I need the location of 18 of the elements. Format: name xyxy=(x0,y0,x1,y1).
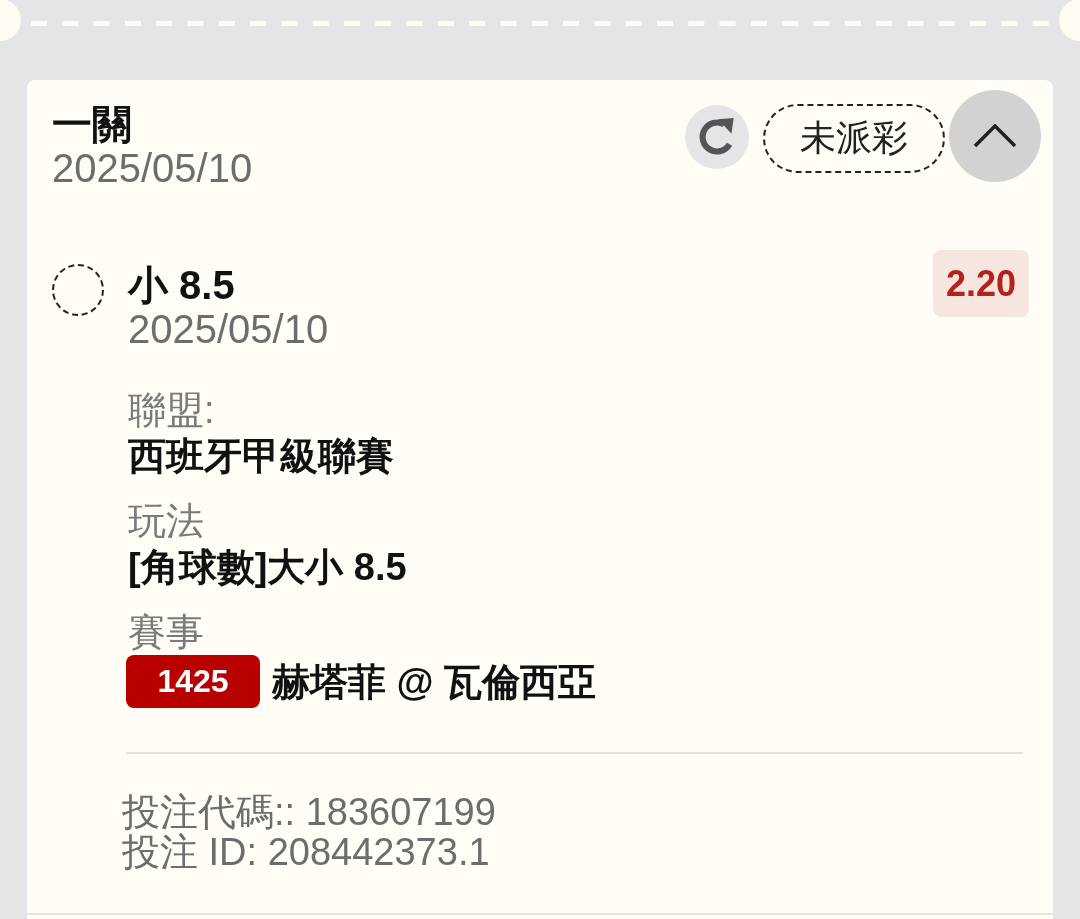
field-value: [角球數]大小 8.5 xyxy=(128,545,408,590)
field-label: 賽事 xyxy=(128,610,205,655)
ticket-title: 一關 xyxy=(52,102,133,146)
field-label: 玩法 xyxy=(128,499,205,544)
ticket-date: 2025/05/10 xyxy=(52,146,253,190)
refresh-icon xyxy=(697,117,737,157)
field-value: 西班牙甲級聯賽 xyxy=(128,434,395,479)
match-number-tag: 1425 xyxy=(126,655,260,708)
selection-date: 2025/05/10 xyxy=(128,307,329,351)
odds-tag: 2.20 xyxy=(933,250,1029,317)
status-tag: 未派彩 xyxy=(763,104,945,173)
chevron-up-icon xyxy=(973,124,1017,148)
match-teams: 赫塔菲 @ 瓦倫西亞 xyxy=(272,659,597,705)
selection-name: 小 8.5 xyxy=(128,263,236,307)
dashed-circle-icon xyxy=(52,264,104,316)
bet-reference: 投注代碼:: 183607199 xyxy=(122,792,497,832)
bet-reference: 投注 ID: 208442373.1 xyxy=(122,832,491,872)
field-label: 聯盟: xyxy=(128,388,216,433)
